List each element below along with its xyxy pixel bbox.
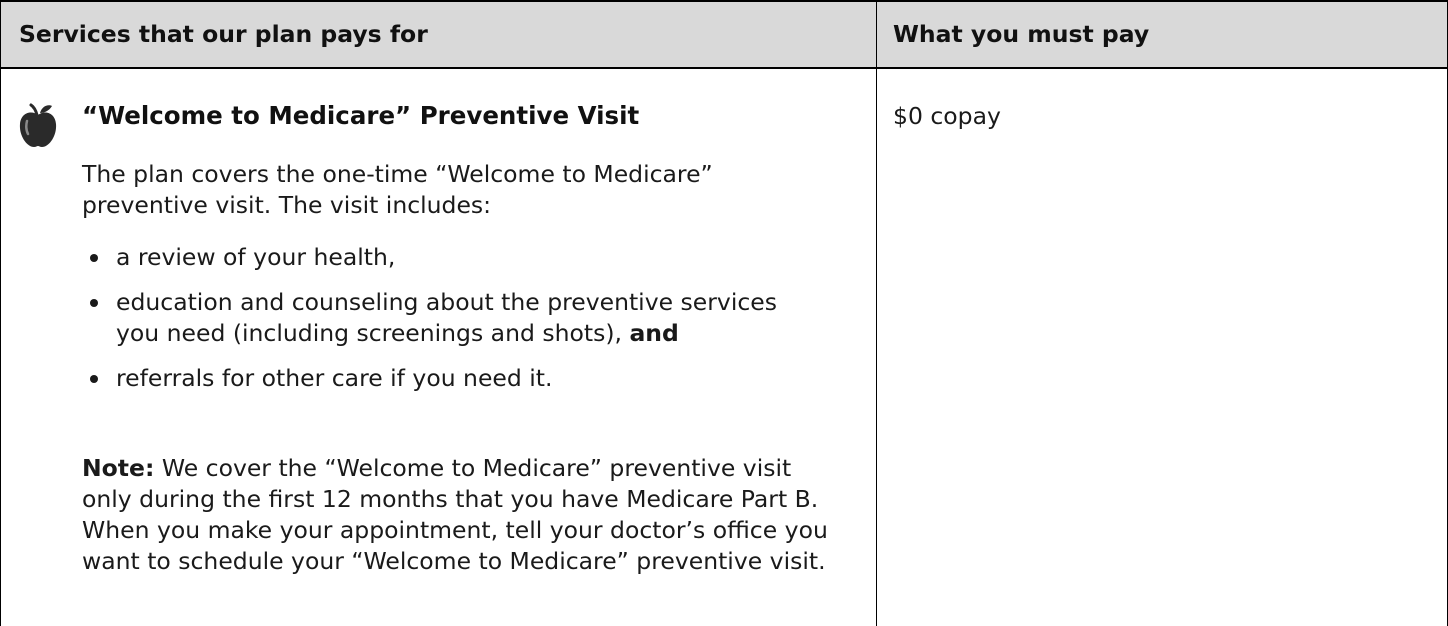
bullet-icon <box>90 254 98 262</box>
service-note: Note: We cover the “Welcome to Medicare”… <box>82 453 842 577</box>
list-item: referrals for other care if you need it. <box>82 363 822 394</box>
service-cell: “Welcome to Medicare” Preventive Visit T… <box>0 69 876 626</box>
header-what-you-pay: What you must pay <box>893 20 1150 48</box>
bullet-icon <box>90 299 98 307</box>
cost-cell: $0 copay <box>877 69 1447 626</box>
benefits-table: Services that our plan pays for What you… <box>0 0 1448 626</box>
table-header-row: Services that our plan pays for What you… <box>0 0 1448 69</box>
included-items-list: a review of your health, education and c… <box>82 242 822 408</box>
header-services: Services that our plan pays for <box>19 20 428 48</box>
list-item: a review of your health, <box>82 242 822 273</box>
bullet-icon <box>90 375 98 383</box>
list-item-text: a review of your health, <box>116 243 396 271</box>
note-text: We cover the “Welcome to Medicare” preve… <box>82 454 828 575</box>
note-label: Note: <box>82 454 155 482</box>
service-intro: The plan covers the one-time “Welcome to… <box>82 160 713 219</box>
list-item-emphasis: and <box>629 319 679 347</box>
list-item-text: referrals for other care if you need it. <box>116 364 553 392</box>
apple-icon <box>19 103 57 147</box>
copay-value: $0 copay <box>893 102 1001 130</box>
list-item: education and counseling about the preve… <box>82 287 822 349</box>
service-title: “Welcome to Medicare” Preventive Visit <box>82 101 640 130</box>
